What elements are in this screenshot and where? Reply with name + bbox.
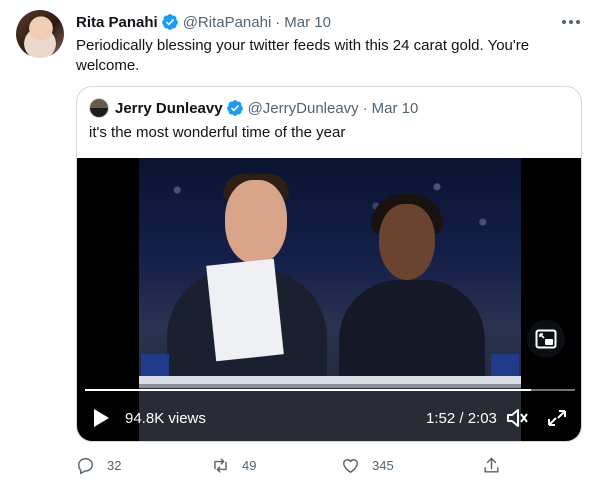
reply-count: 32 [107,457,122,473]
heart-icon [343,458,358,473]
quoted-author-avatar [89,98,109,118]
quoted-tweet-text: it's the most wonderful time of the year [89,124,346,141]
more-options-button[interactable] [556,10,586,34]
like-button[interactable]: 345 [341,454,394,476]
share-button[interactable] [482,454,513,476]
author-avatar[interactable] [16,10,64,58]
video-controls: 94.8K views 1:52 / 2:03 [77,398,581,438]
quoted-author-handle: @JerryDunleavy [247,99,359,117]
quoted-author-name: Jerry Dunleavy [115,99,223,117]
retweet-count: 49 [242,457,257,473]
quoted-header-separator: · [362,99,368,117]
author-name[interactable]: Rita Panahi [76,14,158,31]
share-icon [484,457,499,473]
reply-icon [78,457,93,474]
picture-in-picture-button[interactable] [527,320,565,358]
play-icon[interactable] [91,407,111,429]
verified-badge-icon [226,100,243,116]
picture-in-picture-icon [535,329,557,349]
video-progress-fill [85,389,531,391]
header-separator: · [275,13,281,31]
more-horizontal-icon [562,20,580,24]
fullscreen-icon[interactable] [545,407,569,429]
like-count: 345 [372,457,394,473]
tweet: Rita Panahi @RitaPanahi · Mar 10 Periodi… [0,0,598,486]
video-progress-bar[interactable] [85,389,575,391]
video-player[interactable]: 94.8K views 1:52 / 2:03 [77,158,581,441]
volume-muted-icon[interactable] [505,407,529,429]
author-handle[interactable]: @RitaPanahi [183,14,272,31]
video-time: 1:52 / 2:03 [426,410,497,427]
tweet-text: Periodically blessing your twitter feeds… [76,37,530,74]
view-count: 94.8K views [125,410,206,427]
quoted-tweet[interactable]: Jerry Dunleavy @JerryDunleavy · Mar 10 i… [76,86,582,442]
retweet-icon [214,457,227,473]
tweet-header: Rita Panahi @RitaPanahi · Mar 10 [76,12,331,32]
tweet-date[interactable]: Mar 10 [284,14,331,31]
quoted-tweet-date: Mar 10 [371,99,419,117]
retweet-button[interactable]: 49 [211,454,256,476]
tweet-actions: 32 49 345 [76,454,582,476]
verified-badge-icon [161,14,178,30]
quoted-header: Jerry Dunleavy @JerryDunleavy · Mar 10 [115,98,418,118]
reply-button[interactable]: 32 [76,454,121,476]
